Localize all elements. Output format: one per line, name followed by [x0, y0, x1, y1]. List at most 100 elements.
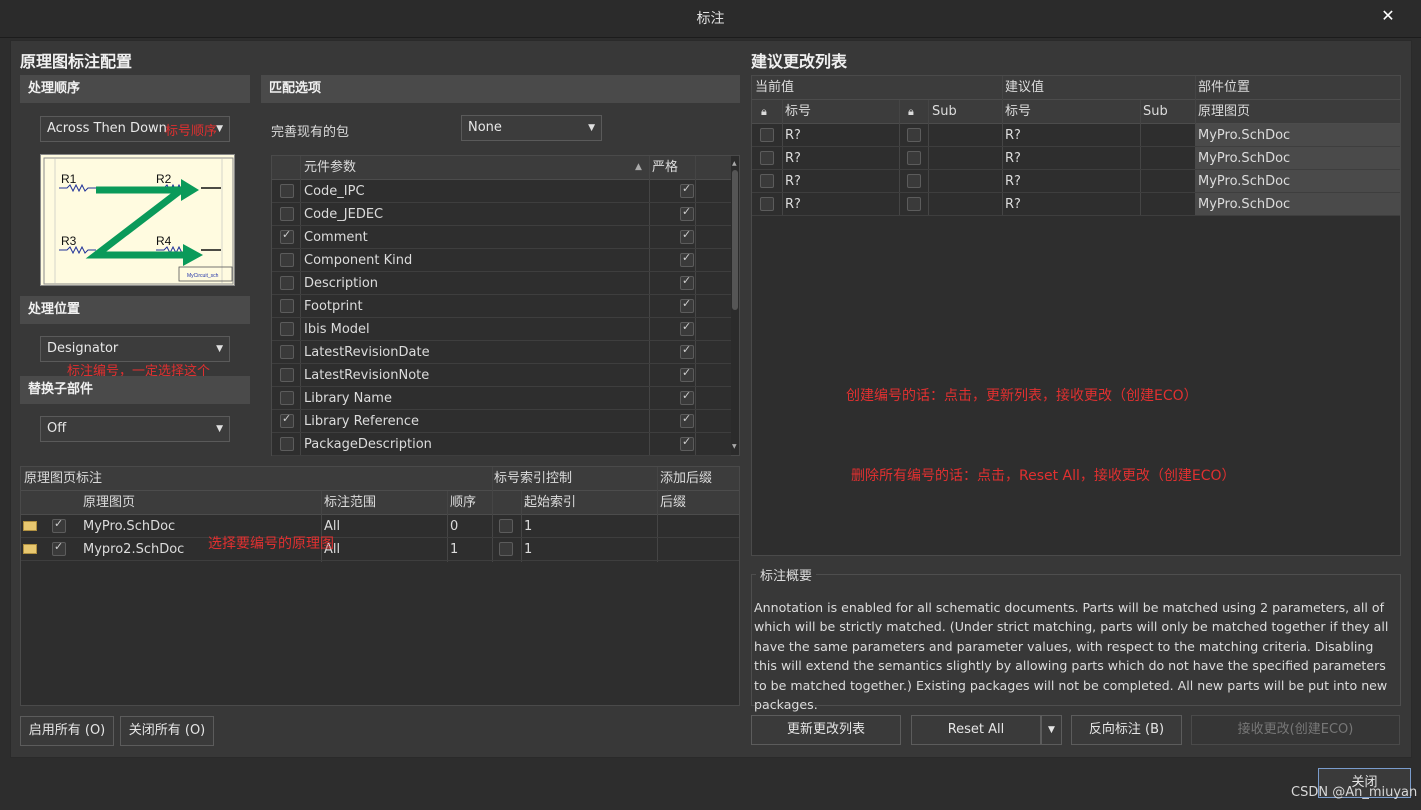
- grp-location: 部件位置: [1198, 80, 1251, 95]
- proposed-lock-checkbox[interactable]: [907, 197, 921, 211]
- param-checkbox[interactable]: [280, 253, 294, 267]
- proposed-lock-checkbox[interactable]: [907, 174, 921, 188]
- pkg-combo[interactable]: None ▼: [461, 115, 602, 141]
- sheet-checkbox[interactable]: [52, 517, 66, 533]
- sheet-checkbox[interactable]: [52, 540, 66, 556]
- strict-checkbox[interactable]: [680, 435, 694, 451]
- param-row[interactable]: Comment: [272, 226, 731, 249]
- param-row[interactable]: Description: [272, 272, 731, 295]
- sheet-table-group-header: 原理图页标注 标号索引控制 添加后缀: [21, 467, 739, 491]
- current-lock-checkbox[interactable]: [760, 174, 774, 188]
- strict-checkbox[interactable]: [680, 205, 694, 221]
- current-lock-checkbox[interactable]: [760, 151, 774, 165]
- enable-all-button[interactable]: 启用所有 (O): [20, 716, 114, 746]
- location-sheet: MyPro.SchDoc: [1198, 174, 1291, 189]
- param-name: LatestRevisionNote: [304, 368, 430, 383]
- param-checkbox[interactable]: [280, 276, 294, 290]
- order-note: 标号顺序: [165, 124, 218, 139]
- strict-checkbox[interactable]: [680, 182, 694, 198]
- param-name: Component Kind: [304, 253, 413, 268]
- strict-checkbox[interactable]: [680, 274, 694, 290]
- param-row[interactable]: Library Name: [272, 387, 731, 410]
- row-divider: [272, 455, 731, 456]
- param-scrollbar[interactable]: ▲ ▼: [731, 156, 739, 455]
- param-checkbox[interactable]: [280, 184, 294, 198]
- order-group-header: 处理顺序: [20, 75, 250, 103]
- param-name: Footprint: [304, 299, 363, 314]
- param-checkbox[interactable]: [280, 391, 294, 405]
- reset-all-button[interactable]: Reset All: [911, 715, 1041, 745]
- param-name: Comment: [304, 230, 368, 245]
- param-row[interactable]: Footprint: [272, 295, 731, 318]
- param-checkbox[interactable]: [280, 437, 294, 451]
- close-icon[interactable]: ✕: [1377, 5, 1399, 27]
- param-row[interactable]: LatestRevisionNote: [272, 364, 731, 387]
- strict-checkbox[interactable]: [680, 366, 694, 382]
- sort-asc-icon[interactable]: ▲: [635, 156, 642, 179]
- current-designator: R?: [785, 197, 801, 212]
- param-row[interactable]: LatestRevisionDate: [272, 341, 731, 364]
- scroll-down-icon[interactable]: ▼: [732, 443, 737, 450]
- index-control-checkbox[interactable]: [499, 519, 513, 533]
- param-checkbox[interactable]: [280, 207, 294, 221]
- param-checkbox[interactable]: [280, 322, 294, 336]
- param-checkbox[interactable]: [280, 345, 294, 359]
- summary-box: 标注概要 Annotation is enabled for all schem…: [751, 565, 1401, 712]
- sheet-order: 0: [450, 519, 459, 534]
- accept-changes-button[interactable]: 接收更改(创建ECO): [1191, 715, 1400, 745]
- location-combo[interactable]: Designator ▼: [40, 336, 230, 362]
- update-list-button[interactable]: 更新更改列表: [751, 715, 901, 745]
- param-checkbox[interactable]: [280, 228, 294, 244]
- strict-checkbox[interactable]: [680, 297, 694, 313]
- change-row[interactable]: R? R? MyPro.SchDoc: [752, 193, 1400, 216]
- proposed-lock-checkbox[interactable]: [907, 151, 921, 165]
- param-row[interactable]: Code_IPC: [272, 180, 731, 203]
- col-scope: 标注范围: [324, 495, 377, 510]
- sheet-table: 原理图页标注 标号索引控制 添加后缀 原理图页 标注范围 顺序 起始索引 后缀 …: [20, 466, 740, 706]
- col-current-designator: 标号: [785, 104, 812, 119]
- location-combo-value: Designator: [47, 341, 119, 356]
- disable-all-button[interactable]: 关闭所有 (O): [120, 716, 214, 746]
- current-lock-checkbox[interactable]: [760, 197, 774, 211]
- strict-checkbox[interactable]: [680, 228, 694, 244]
- change-row[interactable]: R? R? MyPro.SchDoc: [752, 170, 1400, 193]
- strict-checkbox[interactable]: [680, 320, 694, 336]
- scroll-thumb[interactable]: [732, 170, 738, 310]
- param-name: Library Reference: [304, 414, 420, 429]
- param-checkbox[interactable]: [280, 412, 294, 428]
- col-location-sheet: 原理图页: [1198, 104, 1251, 119]
- back-annotate-button[interactable]: 反向标注 (B): [1071, 715, 1182, 745]
- create-note: 创建编号的话：点击，更新列表，接收更改（创建ECO）: [846, 388, 1198, 404]
- param-row[interactable]: Component Kind: [272, 249, 731, 272]
- schematic-doc-icon: [23, 521, 37, 531]
- sheet-row[interactable]: Mypro2.SchDocAll11: [21, 538, 739, 561]
- sheet-row[interactable]: MyPro.SchDocAll01: [21, 515, 739, 538]
- param-name: LatestRevisionDate: [304, 345, 430, 360]
- param-checkbox[interactable]: [280, 368, 294, 382]
- reset-dropdown-button[interactable]: ▼: [1041, 715, 1062, 745]
- order-diagram: R1 R2 R3 R4 MyCircuit_sch: [40, 154, 235, 286]
- change-row[interactable]: R? R? MyPro.SchDoc: [752, 147, 1400, 170]
- param-row[interactable]: Library Reference: [272, 410, 731, 433]
- schematic-doc-icon: [23, 544, 37, 554]
- param-row[interactable]: Code_JEDEC: [272, 203, 731, 226]
- proposed-lock-checkbox[interactable]: [907, 128, 921, 142]
- grp-current: 当前值: [755, 80, 795, 95]
- strict-checkbox[interactable]: [680, 343, 694, 359]
- change-row[interactable]: R? R? MyPro.SchDoc: [752, 124, 1400, 147]
- sheet-start-index: 1: [524, 519, 533, 534]
- index-control-checkbox[interactable]: [499, 542, 513, 556]
- strict-checkbox[interactable]: [680, 251, 694, 267]
- scroll-up-icon[interactable]: ▲: [732, 160, 737, 167]
- strict-checkbox[interactable]: [680, 389, 694, 405]
- location-sheet: MyPro.SchDoc: [1198, 151, 1291, 166]
- param-row[interactable]: Ibis Model: [272, 318, 731, 341]
- param-row[interactable]: PackageDescription: [272, 433, 731, 456]
- param-checkbox[interactable]: [280, 299, 294, 313]
- col-start: 起始索引: [524, 495, 577, 510]
- current-lock-checkbox[interactable]: [760, 128, 774, 142]
- subpart-combo[interactable]: Off ▼: [40, 416, 230, 442]
- strict-checkbox[interactable]: [680, 412, 694, 428]
- diagram-label-r1: R1: [61, 172, 77, 186]
- sheet-table-header: 原理图页 标注范围 顺序 起始索引 后缀: [21, 491, 739, 515]
